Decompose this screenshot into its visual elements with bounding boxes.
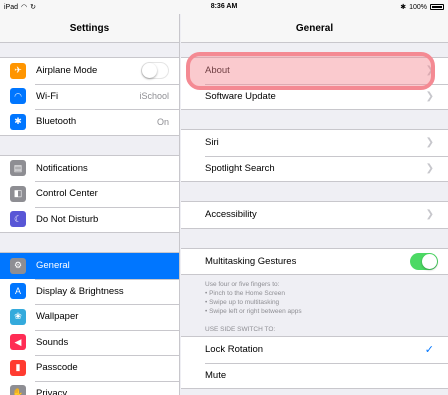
sidebar-item-sounds[interactable]: ◀ Sounds [0,329,179,356]
sidebar-item-label: Wi-Fi [36,90,59,102]
hand-icon: ✋ [10,385,26,395]
sidebar-item-label: Bluetooth [36,116,77,128]
sidebar-item-general[interactable]: ⚙ General [0,253,179,279]
display-icon: A [10,283,26,300]
general-title: General [181,14,448,43]
status-right: ✱ 100% [400,3,444,11]
lock-rotation-row[interactable]: Lock Rotation ✓ [181,337,448,363]
chevron-right-icon: ❯ [425,137,434,149]
multitasking-footer: Use four or five fingers to: • Pinch to … [181,275,448,316]
status-bar: iPad ◠ ↻ 8:36 AM ✱ 100% [0,0,448,14]
chevron-right-icon: ❯ [425,90,434,102]
spotlight-search-label: Spotlight Search [205,162,275,174]
sidebar-item-label: Do Not Disturb [36,213,99,225]
detail-group-4: Multitasking Gestures [181,247,448,275]
settings-master-pane: Settings ✈ Airplane Mode ◠ Wi-Fi iSchool ✱ Blu… [0,14,180,395]
sidebar-item-value: iSchool [139,91,169,102]
accessibility-label: Accessibility [205,209,257,221]
lock-icon: ▮ [10,359,26,376]
settings-group: ⚙ General A Display & Brightness ❀ Wallpaper ◀… [0,252,179,395]
sidebar-item-display[interactable]: A Display & Brightness [0,278,179,305]
sidebar-item-label: Notifications [36,162,88,174]
about-highlight-overlay [186,52,435,90]
sidebar-item-label: Passcode [36,362,78,374]
sidebar-item-notifications[interactable]: ▤ Notifications [0,156,179,182]
multitasking-gestures-label: Multitasking Gestures [205,255,297,267]
gear-icon: ⚙ [10,257,26,274]
multitasking-gestures-toggle[interactable] [410,252,438,270]
multitasking-gestures-row: Multitasking Gestures [181,249,448,275]
sidebar-item-wifi[interactable]: ◠ Wi-Fi iSchool [0,83,179,110]
status-time: 8:36 AM [210,3,238,10]
sidebar-item-value: On [156,116,169,127]
sidebar-item-label: General [36,260,70,272]
bluetooth-status-icon: ✱ [400,4,407,11]
detail-group-3: Accessibility ❯ [181,201,448,229]
siri-row[interactable]: Siri ❯ [181,130,448,156]
notifications-icon: ▤ [10,160,26,177]
sidebar-item-passcode[interactable]: ▮ Passcode [0,355,179,381]
sidebar-item-label: Airplane Mode [36,65,98,77]
detail-group-5: Lock Rotation ✓ Mute [181,336,448,389]
sidebar-item-bluetooth[interactable]: ✱ Bluetooth On [0,109,179,135]
moon-icon: ☾ [10,211,26,228]
wallpaper-icon: ❀ [10,308,26,325]
sidebar-item-label: Sounds [36,336,69,348]
footer-line: • Swipe up to multitasking [205,299,280,306]
sidebar-item-label: Display & Brightness [36,285,124,297]
side-switch-header: USE SIDE SWITCH TO: [205,326,276,333]
siri-label: Siri [205,137,219,149]
mute-label: Mute [205,369,227,381]
settings-title: Settings [0,14,179,43]
software-update-label: Software Update [205,90,276,102]
battery-percent: 100% [409,3,427,11]
chevron-right-icon: ❯ [425,162,434,174]
lock-rotation-label: Lock Rotation [205,344,264,356]
spotlight-search-row[interactable]: Spotlight Search ❯ [181,155,448,182]
sidebar-item-label: Control Center [36,188,98,200]
mute-row[interactable]: Mute [181,362,448,389]
sidebar-item-airplane[interactable]: ✈ Airplane Mode [0,58,179,84]
accessibility-row[interactable]: Accessibility ❯ [181,202,448,228]
sidebar-item-privacy[interactable]: ✋ Privacy [0,380,179,395]
footer-line: • Pinch to the Home Screen [205,290,285,297]
chevron-right-icon: ❯ [425,209,434,221]
sidebar-item-wallpaper[interactable]: ❀ Wallpaper [0,304,179,330]
airplane-toggle[interactable] [141,62,169,80]
airplane-icon: ✈ [10,62,26,79]
battery-icon [430,4,444,10]
wifi-icon: ◠ [10,88,26,105]
sidebar-item-label: Privacy [36,387,68,395]
sounds-icon: ◀ [10,334,26,351]
sidebar-item-label: Wallpaper [36,311,79,323]
control-center-icon: ◧ [10,185,26,202]
sidebar-item-control-center[interactable]: ◧ Control Center [0,181,179,207]
bluetooth-icon: ✱ [10,113,26,130]
settings-list: ✈ Airplane Mode ◠ Wi-Fi iSchool ✱ Bluetooth On ▤… [0,43,179,395]
detail-group-2: Siri ❯ Spotlight Search ❯ [181,129,448,182]
footer-line: Use four or five fingers to: [205,281,280,288]
settings-group: ✈ Airplane Mode ◠ Wi-Fi iSchool ✱ Bluetooth On [0,57,179,136]
settings-group: ▤ Notifications ◧ Control Center ☾ Do Not Dis… [0,154,179,233]
footer-line: • Swipe left or right between apps [205,308,302,315]
sidebar-item-do-not-disturb[interactable]: ☾ Do Not Disturb [0,206,179,233]
checkmark-icon: ✓ [424,344,434,357]
